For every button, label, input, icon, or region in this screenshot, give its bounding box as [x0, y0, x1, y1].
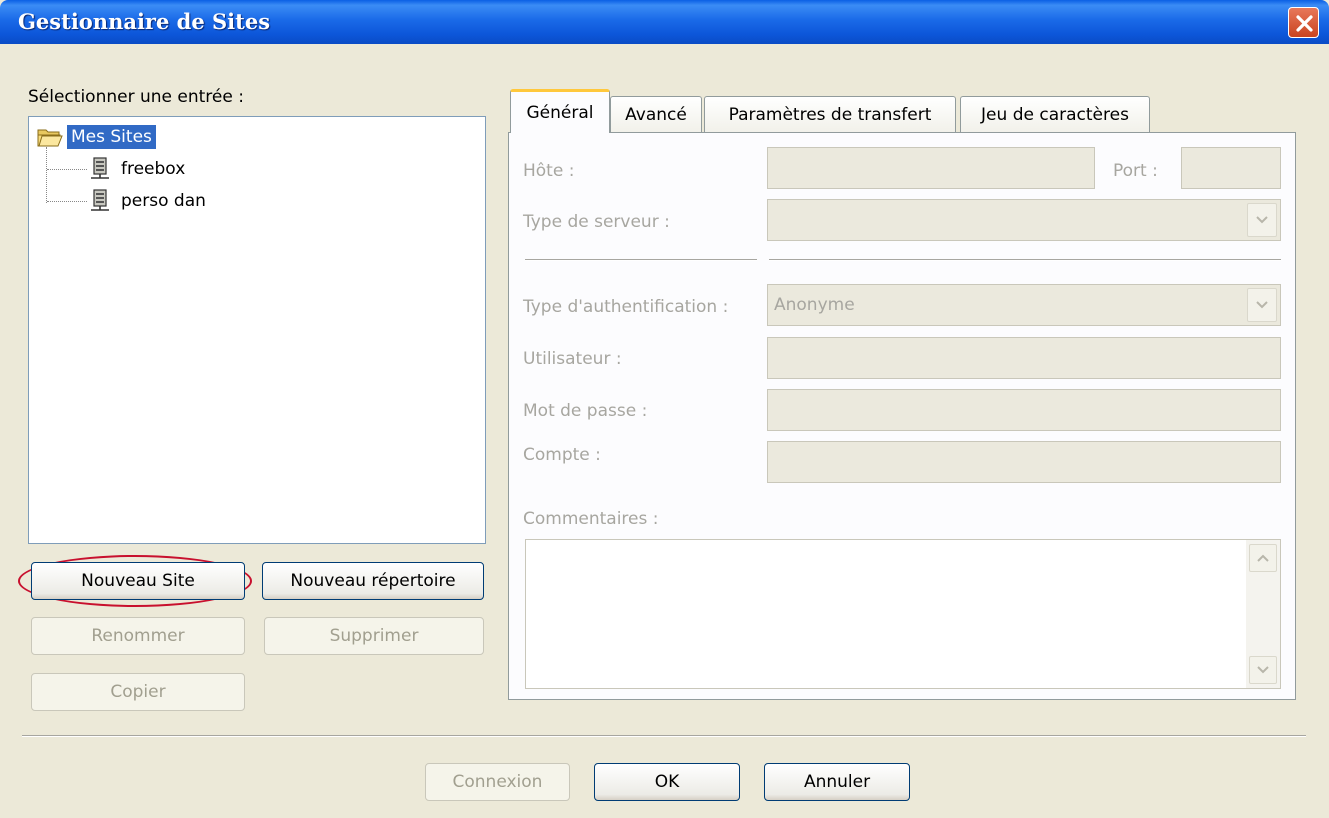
password-input[interactable] [767, 389, 1281, 431]
tree-item-perso-dan[interactable]: perso dan [87, 187, 210, 215]
user-input[interactable] [767, 337, 1281, 379]
server-icon [91, 189, 109, 211]
select-entry-label: Sélectionner une entrée : [28, 87, 244, 107]
scroll-up-button[interactable] [1249, 544, 1277, 572]
auth-type-value: Anonyme [774, 295, 855, 315]
site-manager-window: Gestionnaire de Sites Sélectionner une e… [0, 0, 1329, 818]
close-icon [1296, 15, 1313, 32]
user-label: Utilisateur : [523, 349, 622, 369]
new-folder-button[interactable]: Nouveau répertoire [262, 562, 484, 600]
delete-button[interactable]: Supprimer [264, 617, 484, 655]
title-bar[interactable]: Gestionnaire de Sites [0, 0, 1329, 44]
tab-transfer-settings[interactable]: Paramètres de transfert [704, 96, 956, 132]
dropdown-button[interactable] [1247, 203, 1277, 237]
auth-type-select[interactable]: Anonyme [767, 284, 1281, 326]
auth-type-label: Type d'authentification : [523, 297, 729, 317]
account-label: Compte : [523, 445, 601, 465]
tree-connector [47, 169, 87, 170]
comments-label: Commentaires : [523, 509, 659, 529]
tree-item-label: freebox [121, 159, 186, 179]
tab-general[interactable]: Général [510, 89, 610, 133]
chevron-down-icon [1256, 216, 1268, 224]
ok-button[interactable]: OK [594, 763, 740, 801]
site-tree[interactable]: Mes Sites freebox perso dan [28, 116, 486, 544]
server-type-select[interactable] [767, 199, 1281, 241]
chevron-down-icon [1256, 301, 1268, 309]
folder-open-icon [37, 129, 63, 147]
general-tab-panel: Hôte : Port : Type de serveur : Type d'a… [508, 132, 1296, 700]
scroll-down-button[interactable] [1249, 656, 1277, 684]
port-label: Port : [1113, 161, 1158, 181]
account-input[interactable] [767, 441, 1281, 483]
tree-connector [46, 147, 47, 203]
server-type-label: Type de serveur : [523, 212, 670, 232]
window-title: Gestionnaire de Sites [18, 9, 271, 34]
chevron-up-icon [1257, 554, 1269, 562]
divider [22, 735, 1306, 737]
tree-item-label: Mes Sites [67, 125, 156, 149]
tree-connector [47, 201, 87, 202]
tab-charset[interactable]: Jeu de caractères [960, 96, 1150, 132]
copy-button[interactable]: Copier [31, 673, 245, 711]
tree-item-mes-sites[interactable]: Mes Sites [37, 123, 156, 151]
tree-item-label: perso dan [121, 191, 206, 211]
rename-button[interactable]: Renommer [31, 617, 245, 655]
divider [525, 259, 757, 261]
tab-advanced[interactable]: Avancé [610, 96, 702, 132]
port-input[interactable] [1181, 147, 1281, 189]
comments-scrollbar[interactable] [1246, 540, 1280, 688]
new-site-button[interactable]: Nouveau Site [31, 562, 245, 600]
comments-textarea[interactable] [525, 539, 1281, 689]
server-icon [91, 157, 109, 179]
divider [769, 259, 1281, 261]
connect-button[interactable]: Connexion [425, 763, 570, 801]
close-button[interactable] [1288, 7, 1319, 38]
host-input[interactable] [767, 147, 1095, 189]
cancel-button[interactable]: Annuler [764, 763, 910, 801]
chevron-down-icon [1257, 666, 1269, 674]
tree-item-freebox[interactable]: freebox [87, 155, 189, 183]
host-label: Hôte : [523, 161, 575, 181]
password-label: Mot de passe : [523, 401, 648, 421]
dropdown-button[interactable] [1247, 288, 1277, 322]
